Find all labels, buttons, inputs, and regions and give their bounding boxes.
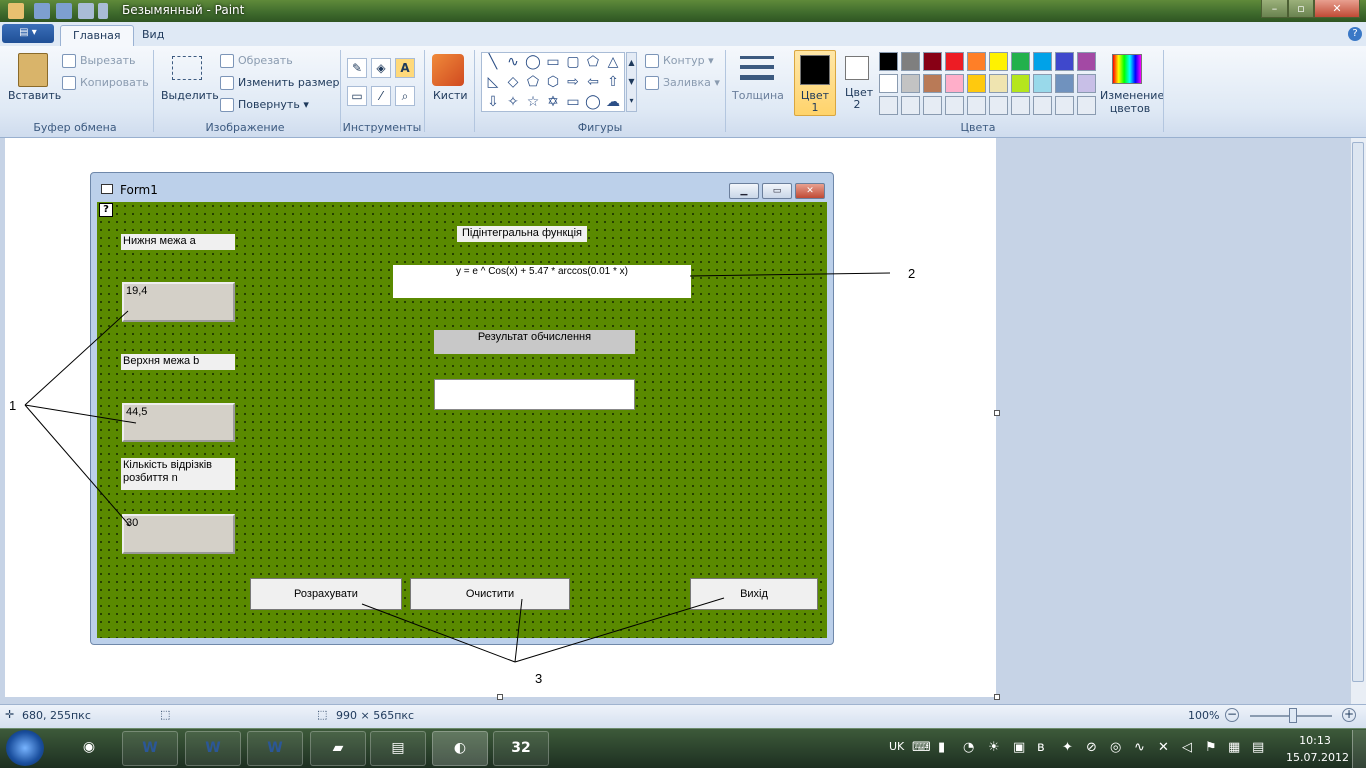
calendar-icon[interactable]: ▤: [1252, 740, 1264, 755]
taskbar-app-icon[interactable]: 32: [493, 731, 549, 766]
start-button[interactable]: [6, 730, 44, 766]
selection-size-icon: ⬚: [160, 708, 171, 721]
wand-icon[interactable]: ✦: [1062, 740, 1073, 755]
show-desktop-button[interactable]: [1352, 730, 1366, 768]
annotation-1: 1: [9, 398, 17, 413]
language-indicator[interactable]: UK: [889, 740, 904, 753]
tray-app-icon[interactable]: ▣: [1013, 740, 1025, 755]
keyboard-icon[interactable]: ⌨: [912, 740, 931, 755]
flag-icon[interactable]: ⚑: [1205, 740, 1217, 755]
taskbar-paint-icon[interactable]: ◐: [432, 731, 488, 766]
weather-icon[interactable]: ☀: [988, 740, 1000, 755]
no-entry-icon[interactable]: ⊘: [1086, 740, 1097, 755]
cursor-position: 680, 255пкс: [22, 709, 91, 722]
sync-icon[interactable]: ◔: [963, 740, 974, 755]
annotation-2: 2: [908, 266, 916, 281]
zoom-level: 100%: [1188, 709, 1220, 722]
zoom-out-button[interactable]: −: [1225, 708, 1239, 722]
browser-icon[interactable]: ◎: [1110, 740, 1121, 755]
image-size-icon: ⬚: [317, 708, 328, 721]
network-icon[interactable]: ∿: [1134, 740, 1145, 755]
zoom-slider-thumb[interactable]: [1289, 708, 1297, 723]
taskbar-sticky-notes-icon[interactable]: ▰: [310, 731, 366, 766]
taskbar-word-icon[interactable]: W: [122, 731, 178, 766]
clock-time[interactable]: 10:13: [1290, 734, 1340, 747]
zoom-in-button[interactable]: +: [1342, 708, 1356, 722]
image-size: 990 × 565пкс: [336, 709, 415, 722]
display-icon[interactable]: ▦: [1228, 740, 1240, 755]
cursor-position-icon: ✛: [5, 708, 15, 721]
usb-icon[interactable]: ▮: [938, 740, 945, 755]
vk-icon[interactable]: в: [1037, 740, 1045, 755]
volume-icon[interactable]: ◁: [1182, 740, 1192, 755]
clock-date[interactable]: 15.07.2012: [1286, 751, 1349, 764]
status-bar: [0, 704, 1366, 728]
taskbar-webcam-icon[interactable]: ◉: [60, 731, 118, 766]
wifi-icon[interactable]: ✕: [1158, 740, 1169, 755]
taskbar-word-icon[interactable]: W: [247, 731, 303, 766]
annotation-lines: [24, 272, 891, 663]
annotation-3: 3: [535, 671, 543, 686]
taskbar-explorer-icon[interactable]: ▤: [370, 731, 426, 766]
taskbar-word-icon[interactable]: W: [185, 731, 241, 766]
